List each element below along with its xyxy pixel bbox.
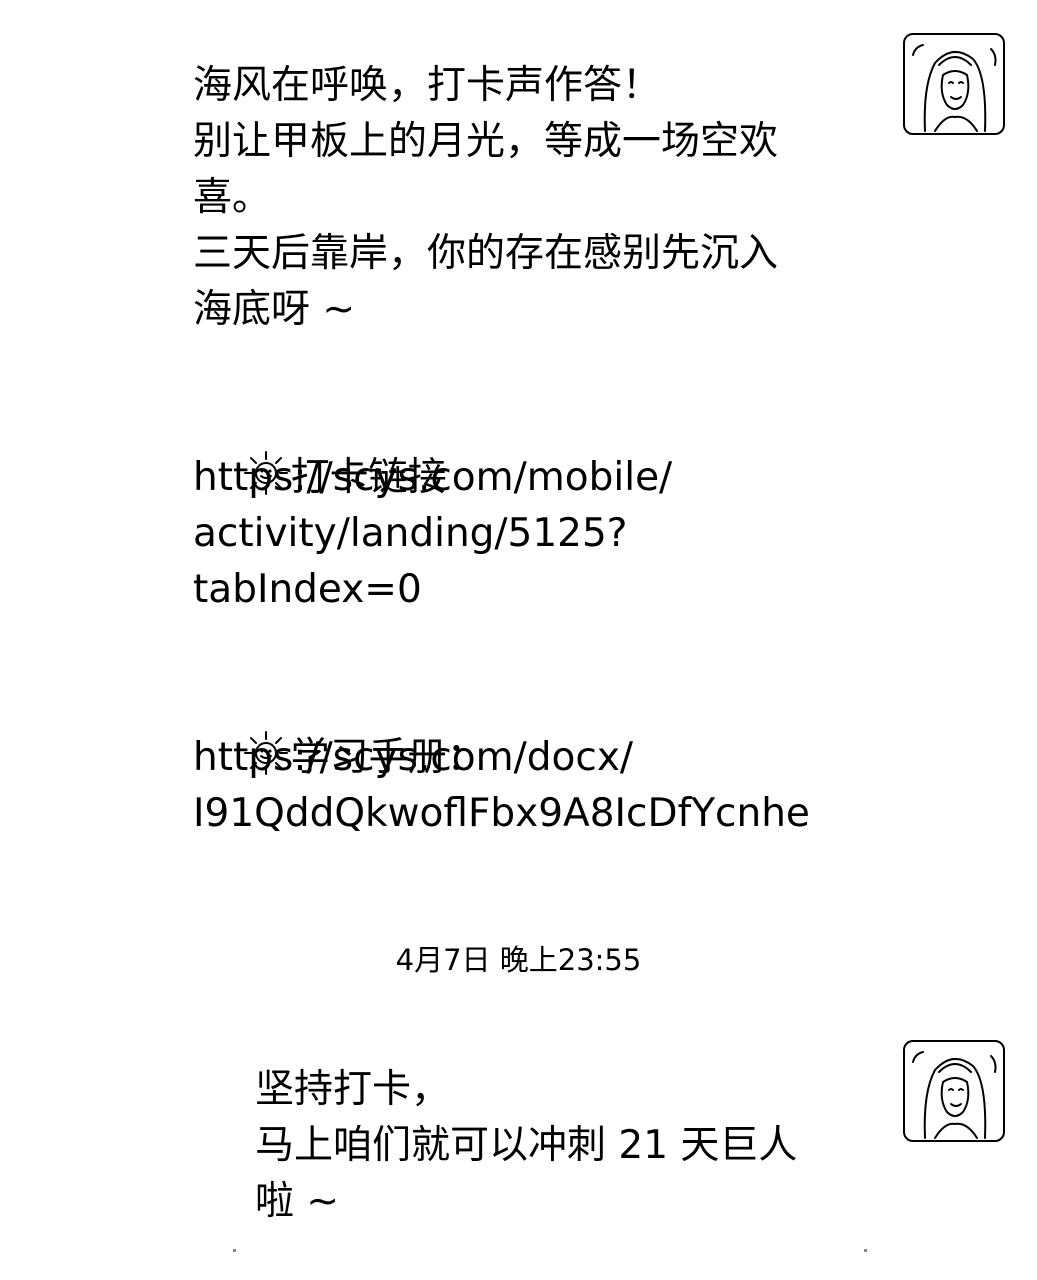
message-line: 海风在呼唤，打卡声作答！ [193, 63, 662, 108]
message-line: 别让甲板上的月光，等成一场空欢 [193, 119, 779, 164]
avatar[interactable] [903, 1040, 1005, 1142]
scan-dot [233, 1249, 236, 1252]
handbook-heading: 学习手册： [193, 674, 873, 780]
message-line: 三天后靠岸，你的存在感别先沉入 [193, 231, 779, 276]
handbook-link[interactable]: I91QddQkwoflFbx9A8IcDfYcnhe [193, 786, 873, 842]
message-bubble-2: 坚持打卡， 马上咱们就可以冲刺 21 天巨人 啦 ~ [255, 1062, 875, 1230]
avatar-sketch-icon [912, 1051, 997, 1139]
checkin-link[interactable]: activity/landing/5125? [193, 506, 873, 562]
scan-dot [864, 1249, 867, 1252]
avatar-sketch-icon [912, 44, 997, 132]
message-line: 坚持打卡， [255, 1067, 451, 1112]
checkin-link[interactable]: https://scys.com/mobile/ [193, 450, 873, 506]
message-line: 喜。 [193, 175, 272, 220]
checkin-link[interactable]: tabIndex=0 [193, 562, 873, 618]
message-line: 海底呀 ~ [193, 287, 356, 332]
timestamp: 4月7日 晚上23:55 [395, 943, 642, 977]
avatar[interactable] [903, 33, 1005, 135]
checkin-heading: 打卡链接 [193, 394, 873, 500]
message-line: 马上咱们就可以冲刺 21 天巨人 [255, 1123, 798, 1168]
message-line: 啦 ~ [255, 1179, 340, 1224]
handbook-link[interactable]: https://scys.com/docx/ [193, 730, 873, 786]
message-bubble-1: 海风在呼唤，打卡声作答！ 别让甲板上的月光，等成一场空欢 喜。 三天后靠岸，你的… [193, 58, 873, 842]
